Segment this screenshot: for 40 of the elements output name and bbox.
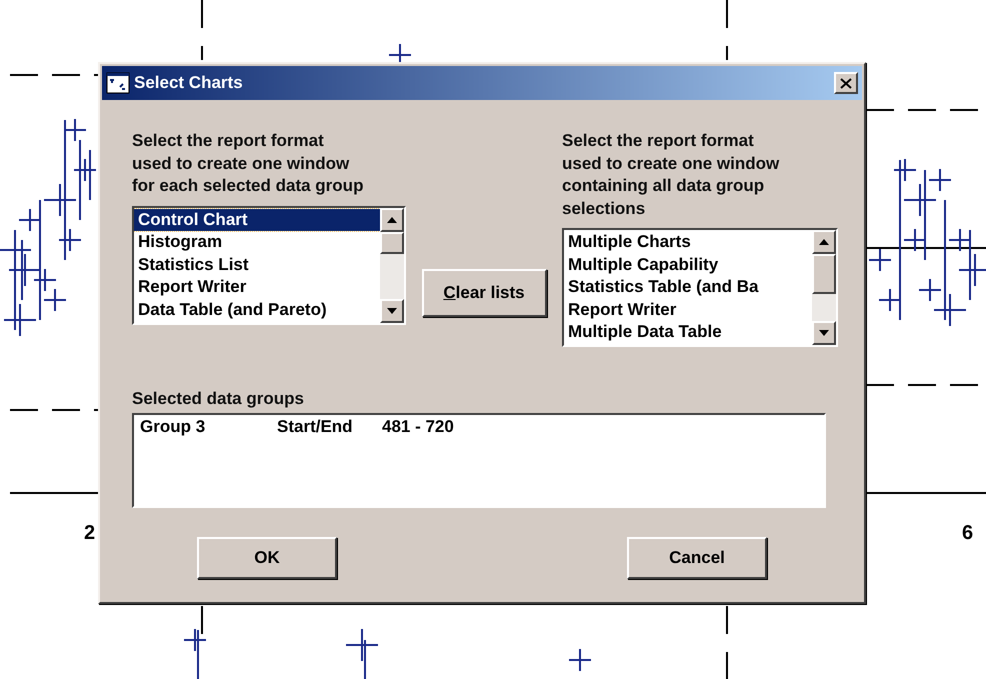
down-arrow-icon — [387, 308, 397, 314]
scroll-down-button[interactable] — [380, 298, 404, 322]
scroll-up-button[interactable] — [380, 208, 404, 232]
clear-lists-button[interactable]: Clear lists — [422, 269, 546, 317]
report-list[interactable]: Multiple Charts Multiple Capability Statistics Table (and Ba Report Writer Multiple Data Table — [562, 228, 838, 347]
range-value: 481 - 720 — [382, 417, 454, 437]
window-title: Select Charts — [134, 73, 244, 93]
range-label: Start/End — [277, 417, 354, 437]
scrollbar[interactable] — [380, 208, 404, 322]
axis-label: 6 — [962, 522, 974, 545]
scrollbar[interactable] — [812, 230, 836, 345]
list-item[interactable]: Statistics List — [134, 254, 380, 276]
section-label: Selected data groups — [132, 389, 305, 409]
scroll-down-button[interactable] — [812, 321, 836, 345]
list-item[interactable]: Multiple Capability — [564, 254, 812, 276]
up-arrow-icon — [387, 216, 397, 222]
instruction-text: Select the report format used to create one window containing all data group selections — [562, 130, 780, 220]
list-item[interactable]: Data Table (and Pareto) — [134, 298, 380, 321]
chart-window-icon — [106, 72, 130, 94]
ok-button[interactable]: OK — [197, 537, 337, 579]
list-item[interactable]: Multiple Data Table — [564, 321, 812, 344]
list-item[interactable]: Statistics Table (and Ba — [564, 276, 812, 298]
instruction-text: Select the report format used to create one window for each selected data group — [132, 130, 364, 197]
cancel-button[interactable]: Cancel — [627, 537, 767, 579]
close-icon — [840, 78, 852, 88]
selected-groups-list[interactable]: Group 3 Start/End 481 - 720 — [132, 413, 826, 508]
report-list[interactable]: Control Chart Histogram Statistics List Report Writer Data Table (and Pareto) — [132, 206, 406, 324]
axis-label: 2 — [84, 522, 96, 545]
scroll-thumb[interactable] — [380, 232, 404, 254]
list-item[interactable]: Control Chart — [134, 208, 380, 231]
list-item[interactable]: Report Writer — [134, 276, 380, 298]
list-item[interactable]: Multiple Charts — [564, 231, 812, 254]
list-item[interactable]: Histogram — [134, 231, 380, 254]
scroll-thumb[interactable] — [812, 254, 836, 294]
close-button[interactable] — [834, 72, 858, 94]
list-item[interactable]: Report Writer — [564, 298, 812, 321]
up-arrow-icon — [819, 239, 829, 245]
down-arrow-icon — [819, 330, 829, 336]
scroll-up-button[interactable] — [812, 230, 836, 254]
group-name: Group 3 — [140, 417, 206, 437]
